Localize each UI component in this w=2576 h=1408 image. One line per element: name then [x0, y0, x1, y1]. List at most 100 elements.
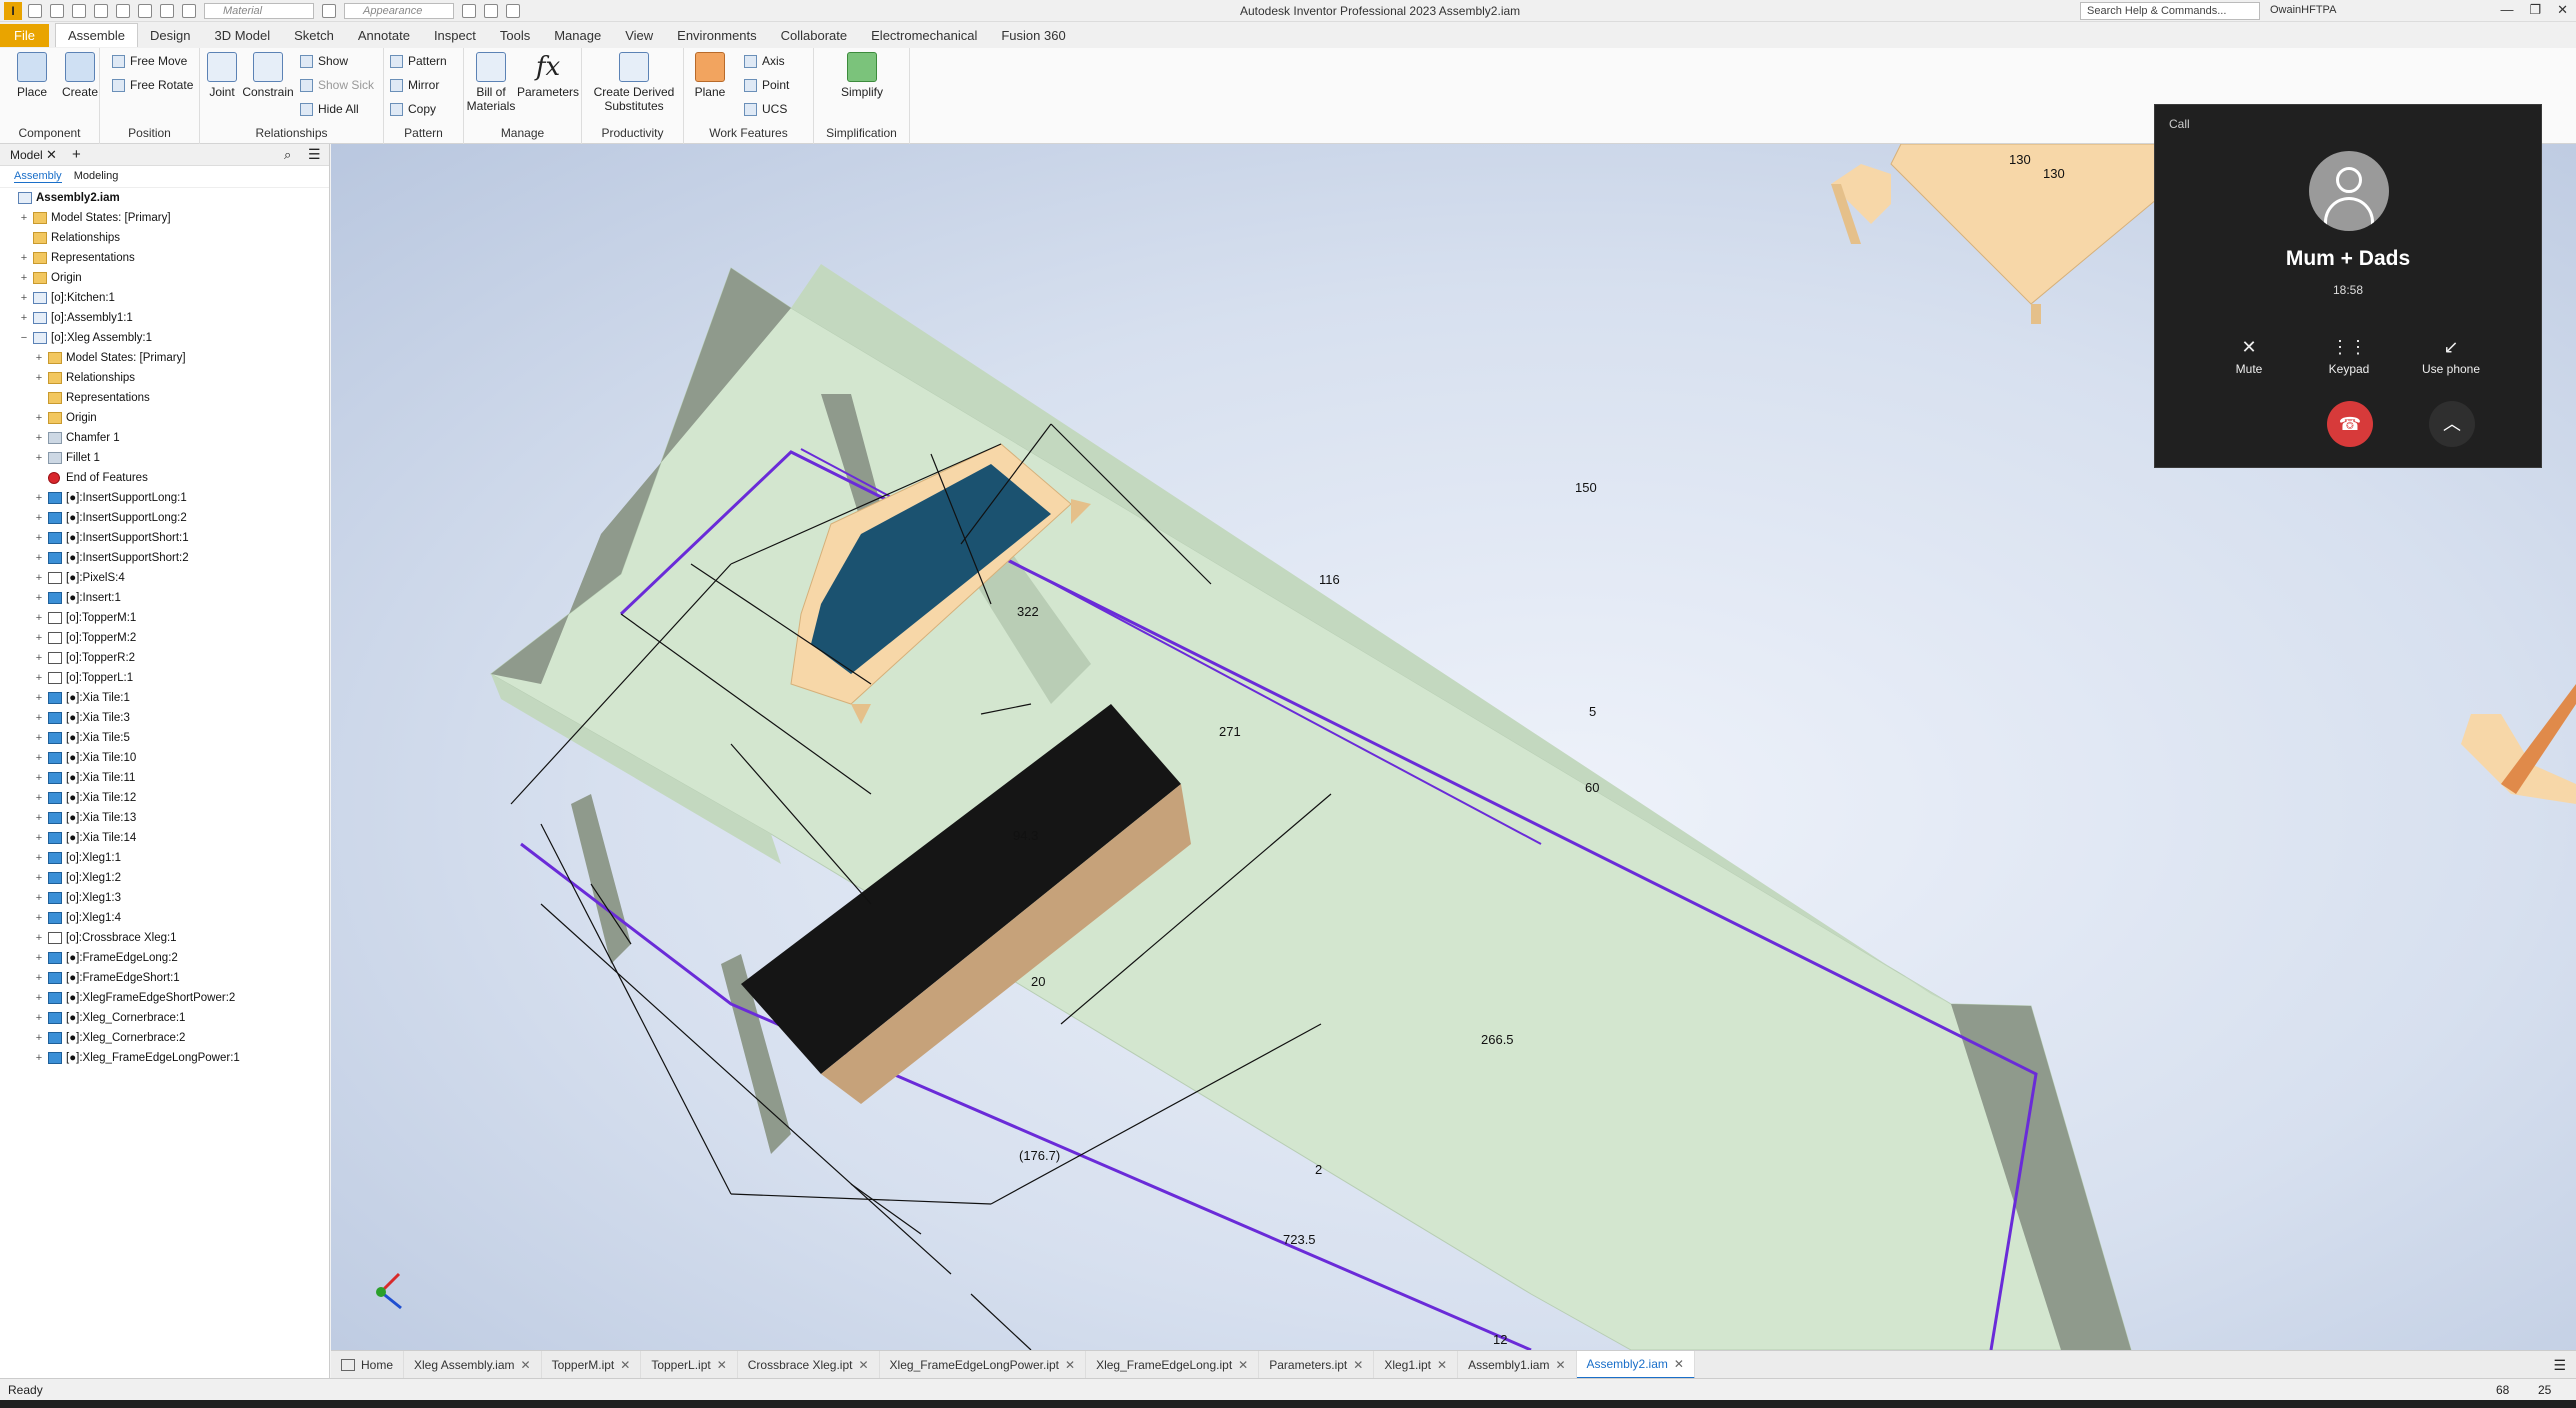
appearance-dropdown[interactable]: Appearance — [344, 3, 454, 19]
tree-expander-icon[interactable]: + — [34, 888, 44, 908]
tree-expander-icon[interactable]: − — [19, 328, 29, 348]
tree-node[interactable]: + Fillet 1 — [0, 448, 329, 468]
place-button[interactable]: Place — [12, 52, 52, 99]
tree-node[interactable]: + [●]:Insert:1 — [0, 588, 329, 608]
document-tab[interactable]: Xleg Assembly.iam ✕ — [404, 1350, 542, 1379]
tree-node[interactable]: + [●]:InsertSupportShort:2 — [0, 548, 329, 568]
show-button[interactable]: Show — [300, 54, 348, 68]
tree-node[interactable]: + [●]:InsertSupportLong:1 — [0, 488, 329, 508]
dim-12[interactable]: 12 — [1493, 1332, 1507, 1347]
tree-node[interactable]: End of Features — [0, 468, 329, 488]
close-icon[interactable]: ✕ — [2557, 2, 2568, 18]
tree-node[interactable]: + [●]:Xleg_Cornerbrace:2 — [0, 1028, 329, 1048]
browser-tab-model[interactable]: Model — [10, 148, 43, 162]
fx-icon[interactable] — [484, 4, 498, 18]
redo-icon[interactable] — [116, 4, 130, 18]
tree-expander-icon[interactable]: + — [34, 428, 44, 448]
tree-expander-icon[interactable]: + — [34, 488, 44, 508]
copy-button[interactable]: Copy — [390, 102, 436, 116]
close-tab-icon[interactable]: ✕ — [1353, 1351, 1363, 1379]
tree-node[interactable]: + Origin — [0, 408, 329, 428]
tree-node[interactable]: + [o]:TopperM:2 — [0, 628, 329, 648]
close-tab-icon[interactable]: ✕ — [521, 1351, 531, 1379]
undo-icon[interactable] — [94, 4, 108, 18]
tree-expander-icon[interactable]: + — [19, 288, 29, 308]
dim-60[interactable]: 60 — [1585, 780, 1599, 795]
close-tab-icon[interactable]: ✕ — [717, 1351, 727, 1379]
tree-expander-icon[interactable]: + — [34, 1028, 44, 1048]
hamburger-menu-icon[interactable]: ☰ — [308, 146, 321, 163]
close-tab-icon[interactable]: ✕ — [1065, 1351, 1075, 1379]
close-tab-icon[interactable]: ✕ — [1674, 1350, 1684, 1378]
mute-button[interactable]: ✕ Mute — [2209, 337, 2289, 376]
tree-node[interactable]: + Model States: [Primary] — [0, 208, 329, 228]
component-panel-label[interactable]: Component — [0, 126, 99, 140]
pattern-panel-label[interactable]: Pattern — [384, 126, 463, 140]
tree-node[interactable]: + [o]:TopperL:1 — [0, 668, 329, 688]
search-help-input[interactable]: Search Help & Commands... — [2080, 2, 2260, 20]
show-sick-button[interactable]: Show Sick — [300, 78, 374, 92]
use-phone-button[interactable]: ↙ Use phone — [2411, 337, 2491, 376]
mirror-button[interactable]: Mirror — [390, 78, 439, 92]
close-browser-icon[interactable]: ✕ — [46, 147, 57, 163]
tree-node[interactable]: + [●]:Xia Tile:11 — [0, 768, 329, 788]
dim-130a[interactable]: 130 — [2009, 152, 2031, 167]
tree-expander-icon[interactable]: + — [34, 808, 44, 828]
tree-expander-icon[interactable]: + — [34, 1048, 44, 1068]
tree-expander-icon[interactable]: + — [34, 788, 44, 808]
tree-node[interactable]: + [o]:Xleg1:3 — [0, 888, 329, 908]
new-icon[interactable] — [28, 4, 42, 18]
bill-of-materials-button[interactable]: Bill of Materials — [466, 52, 516, 113]
tab-3d-model[interactable]: 3D Model — [203, 24, 283, 47]
document-tab[interactable]: Xleg_FrameEdgeLongPower.ipt ✕ — [880, 1350, 1087, 1379]
dim-176-7[interactable]: (176.7) — [1019, 1148, 1060, 1163]
close-tab-icon[interactable]: ✕ — [858, 1351, 868, 1379]
tree-expander-icon[interactable]: + — [34, 408, 44, 428]
tree-expander-icon[interactable]: + — [34, 928, 44, 948]
axis-button[interactable]: Axis — [744, 54, 785, 68]
dim-723-5[interactable]: 723.5 — [1283, 1232, 1316, 1247]
dim-2[interactable]: 2 — [1315, 1162, 1322, 1177]
create-derived-substitutes-button[interactable]: Create Derived Substitutes — [588, 52, 680, 113]
tree-expander-icon[interactable]: + — [34, 548, 44, 568]
select-icon[interactable] — [160, 4, 174, 18]
tree-node[interactable]: Assembly2.iam — [0, 188, 329, 208]
document-tab[interactable]: Crossbrace Xleg.ipt ✕ — [738, 1350, 880, 1379]
tree-node[interactable]: + [●]:InsertSupportLong:2 — [0, 508, 329, 528]
tree-node[interactable]: + [●]:Xia Tile:14 — [0, 828, 329, 848]
subtab-modeling[interactable]: Modeling — [74, 170, 119, 183]
tab-view[interactable]: View — [613, 24, 665, 47]
tree-expander-icon[interactable]: + — [34, 688, 44, 708]
material-dropdown[interactable]: Material — [204, 3, 314, 19]
add-browser-icon[interactable]: + — [72, 146, 81, 163]
dim-271[interactable]: 271 — [1219, 724, 1241, 739]
dim-5[interactable]: 5 — [1589, 704, 1596, 719]
tree-node[interactable]: + [●]:Xia Tile:12 — [0, 788, 329, 808]
create-button[interactable]: Create — [60, 52, 100, 99]
pattern-button[interactable]: Pattern — [390, 54, 447, 68]
dim-266-5[interactable]: 266.5 — [1481, 1032, 1514, 1047]
document-tab[interactable]: Xleg_FrameEdgeLong.ipt ✕ — [1086, 1350, 1260, 1379]
tree-expander-icon[interactable]: + — [34, 508, 44, 528]
simplification-panel-label[interactable]: Simplification — [814, 126, 909, 140]
tree-node[interactable]: + Chamfer 1 — [0, 428, 329, 448]
tree-expander-icon[interactable]: + — [34, 648, 44, 668]
dim-130b[interactable]: 130 — [2043, 166, 2065, 181]
tree-expander-icon[interactable]: + — [19, 208, 29, 228]
document-tab[interactable]: Parameters.ipt ✕ — [1259, 1350, 1375, 1379]
search-icon[interactable]: ⌕ — [284, 147, 291, 163]
tree-expander-icon[interactable]: + — [34, 368, 44, 388]
tree-expander-icon[interactable]: + — [34, 1008, 44, 1028]
tree-expander-icon[interactable]: + — [34, 908, 44, 928]
plane-button[interactable]: Plane — [692, 52, 728, 99]
tab-manage[interactable]: Manage — [542, 24, 613, 47]
hide-all-button[interactable]: Hide All — [300, 102, 359, 116]
dim-322[interactable]: 322 — [1017, 604, 1039, 619]
tab-inspect[interactable]: Inspect — [422, 24, 488, 47]
restore-icon[interactable]: ❐ — [2529, 2, 2541, 18]
tree-node[interactable]: + [o]:Xleg1:1 — [0, 848, 329, 868]
tree-expander-icon[interactable]: + — [34, 988, 44, 1008]
tree-expander-icon[interactable]: + — [34, 868, 44, 888]
tree-expander-icon[interactable]: + — [34, 708, 44, 728]
tree-node[interactable]: + [o]:TopperR:2 — [0, 648, 329, 668]
